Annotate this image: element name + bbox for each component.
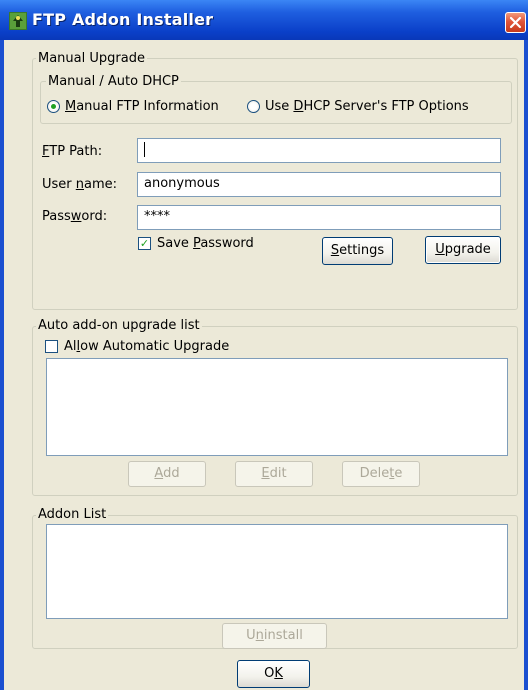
user-name-input[interactable]: anonymous — [137, 172, 501, 197]
label-text: Al — [64, 339, 77, 354]
delete-button[interactable]: Delete — [342, 461, 420, 487]
label-text: anual FTP Information — [76, 99, 219, 114]
accelerator-key: w — [70, 209, 82, 224]
ftp-path-label: FTP Path: — [42, 144, 102, 159]
uninstall-button[interactable]: Uninstall — [222, 623, 327, 649]
dhcp-mode-legend: Manual / Auto DHCP — [46, 74, 181, 89]
allow-auto-upgrade-label[interactable]: Allow Automatic Upgrade — [64, 339, 229, 354]
label-text: ow Automatic Upgrade — [80, 339, 230, 354]
label-text: U — [246, 628, 256, 643]
dhcp-server-radio-label[interactable]: Use DHCP Server's FTP Options — [265, 99, 469, 114]
accelerator-key: D — [293, 99, 304, 114]
auto-upgrade-listbox[interactable] — [46, 358, 508, 456]
label-text: O — [264, 666, 275, 681]
accelerator-key: U — [435, 242, 445, 257]
accelerator-key: E — [261, 466, 270, 481]
label-text: install — [263, 628, 303, 643]
save-password-label[interactable]: Save Password — [157, 236, 254, 251]
label-text: assword — [200, 236, 254, 251]
manual-upgrade-legend: Manual Upgrade — [36, 51, 147, 66]
title-bar[interactable]: FTP Addon Installer — [0, 0, 528, 40]
text-caret — [144, 142, 145, 157]
settings-button[interactable]: Settings — [322, 237, 393, 265]
upgrade-button[interactable]: Upgrade — [425, 236, 501, 264]
label-text: HCP Server's FTP Options — [303, 99, 469, 114]
addon-list-legend: Addon List — [36, 507, 109, 522]
label-text: ord: — [81, 209, 108, 224]
accelerator-key: n — [255, 628, 264, 643]
label-text: Use — [265, 99, 294, 114]
dialog-body: Manual Upgrade Manual / Auto DHCP Manual… — [4, 40, 524, 690]
user-name-label: User name: — [42, 177, 117, 192]
ftp-path-input[interactable] — [137, 138, 501, 163]
password-label: Password: — [42, 209, 107, 224]
dhcp-server-radio[interactable] — [247, 100, 260, 113]
accelerator-key: K — [274, 666, 283, 681]
label-text: TP Path: — [49, 144, 103, 159]
manual-ftp-radio-label[interactable]: Manual FTP Information — [65, 99, 219, 114]
accelerator-key: S — [330, 243, 340, 258]
label-text: ame: — [84, 177, 118, 192]
label-text: Pass — [42, 209, 71, 224]
accelerator-key: n — [75, 177, 85, 192]
label-text: ettings — [339, 243, 385, 258]
accelerator-key: A — [154, 466, 164, 481]
label-text: Save — [157, 236, 194, 251]
ok-button[interactable]: OK — [237, 660, 310, 688]
edit-button[interactable]: Edit — [235, 461, 313, 487]
addon-listbox[interactable] — [46, 524, 508, 619]
add-button[interactable]: Add — [128, 461, 206, 487]
save-password-checkbox[interactable]: ✓ — [138, 237, 151, 250]
app-icon — [9, 12, 27, 30]
label-text: pgrade — [444, 242, 491, 257]
label-text: dd — [163, 466, 180, 481]
accelerator-key: M — [65, 99, 77, 114]
allow-auto-upgrade-checkbox[interactable] — [45, 340, 58, 353]
auto-upgrade-legend: Auto add-on upgrade list — [36, 318, 202, 333]
manual-ftp-radio[interactable] — [47, 100, 60, 113]
label-text: e — [394, 466, 403, 481]
label-text: Dele — [359, 466, 390, 481]
label-text: User — [42, 177, 76, 192]
password-input[interactable]: **** — [137, 205, 501, 230]
close-button[interactable] — [505, 12, 526, 33]
close-icon — [509, 16, 522, 29]
label-text: dit — [269, 466, 287, 481]
ftp-addon-installer-window: FTP Addon Installer Manual Upgrade Manua… — [0, 0, 528, 690]
window-title: FTP Addon Installer — [32, 10, 214, 29]
